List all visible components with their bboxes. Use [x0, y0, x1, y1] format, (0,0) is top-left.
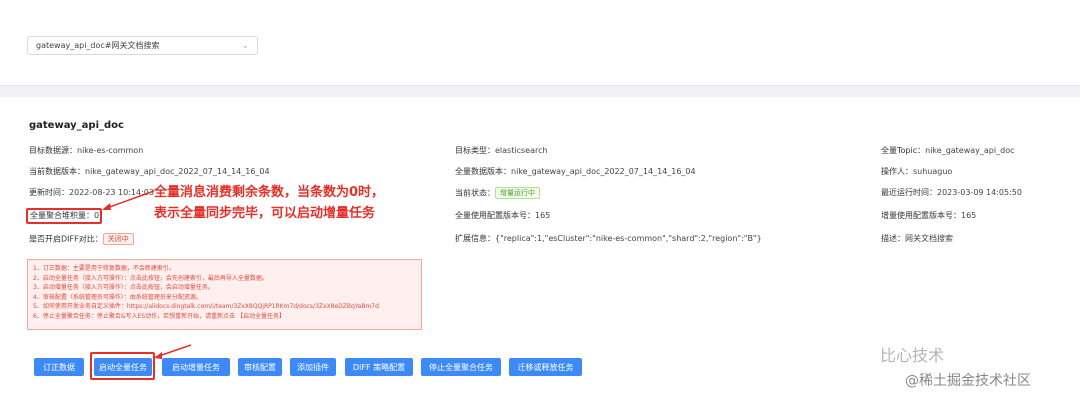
- notice-item: 6、停止全量聚合任务：停止聚合&写入ES动作，若想重新开始，请重新点击 【启动全…: [33, 312, 286, 320]
- backlog-highlight-box: [26, 208, 102, 224]
- field-extension-info: 扩展信息：{"replica":1,"esCluster":"nike-es-c…: [455, 234, 762, 243]
- status-badge: 增量运行中: [495, 187, 540, 199]
- field-full-topic: 全量Topic：nike_gateway_api_doc: [881, 146, 1015, 155]
- start-full-highlight-box: [90, 352, 155, 380]
- watermark-text: @稀土掘金技术社区: [905, 373, 1031, 389]
- chevron-down-icon: ⌄: [241, 40, 249, 51]
- annotation-line-1: 全量消息消费剩余条数，当条数为0时，: [154, 185, 385, 200]
- notice-item: 4、审核配置（系统管理员可操作）：由系统管理员来分配资源。: [33, 293, 202, 301]
- review-config-button[interactable]: 审核配置: [238, 358, 282, 376]
- field-diff-compare: 是否开启DIFF对比： 关闭中: [29, 233, 134, 246]
- field-target-source: 目标数据源：nike-es-common: [29, 146, 144, 155]
- field-full-version: 全量数据版本：nike_gateway_api_doc_2022_07_14_1…: [455, 167, 696, 176]
- stop-full-aggregation-button[interactable]: 停止全量聚合任务: [421, 358, 501, 376]
- watermark-logo: 比心技术: [880, 346, 945, 365]
- annotation-arrow-icon: [102, 190, 155, 210]
- annotation-arrow-icon: [154, 344, 192, 359]
- field-current-version: 当前数据版本：nike_gateway_api_doc_2022_07_14_1…: [29, 167, 270, 176]
- annotation-line-2: 表示全量同步完毕，可以启动增量任务: [154, 206, 376, 221]
- field-current-status: 当前状态： 增量运行中: [455, 187, 540, 200]
- detail-title: gateway_api_doc: [29, 120, 124, 131]
- search-panel: gateway_api_doc#网关文档搜索 ⌄: [0, 0, 1080, 86]
- diff-status-badge: 关闭中: [102, 233, 134, 245]
- migrate-release-task-button[interactable]: 迁移或释放任务: [509, 358, 582, 376]
- correct-data-button[interactable]: 订正数据: [34, 358, 84, 376]
- notice-item: 1、订正数据：主要是用于修复数据，不会新建索引。: [33, 265, 175, 272]
- instructions-notice: 1、订正数据：主要是用于修复数据，不会新建索引。 2、启动全量任务（接入方可操作…: [27, 259, 422, 330]
- notice-item: 2、启动全量任务（接入方可操作）：点击此按钮，会先创建索引，最后再导入全量数据。: [33, 274, 268, 282]
- add-plugin-button[interactable]: 添加插件: [290, 358, 336, 376]
- field-full-config-version: 全量使用配置版本号：165: [455, 211, 551, 220]
- field-last-run-time: 最近运行时间：2023-03-09 14:05:50: [881, 188, 1022, 197]
- diff-strategy-button[interactable]: DIFF 策略配置: [345, 358, 413, 376]
- field-description: 描述：网关文档搜索: [881, 234, 953, 243]
- notice-item: 3、启动增量任务（接入方可操作）：点击此按钮，会启动增量任务。: [33, 284, 214, 291]
- index-select[interactable]: gateway_api_doc#网关文档搜索 ⌄: [27, 36, 258, 55]
- field-target-type: 目标类型：elasticsearch: [455, 146, 548, 155]
- index-select-value: gateway_api_doc#网关文档搜索: [36, 41, 160, 50]
- field-incr-config-version: 增量使用配置版本号：165: [881, 211, 977, 220]
- notice-item: 5、如何使用开发业务自定义插件：https://alidocs.dingtalk…: [33, 303, 379, 310]
- field-operator: 操作人：suhuaguo: [881, 167, 953, 176]
